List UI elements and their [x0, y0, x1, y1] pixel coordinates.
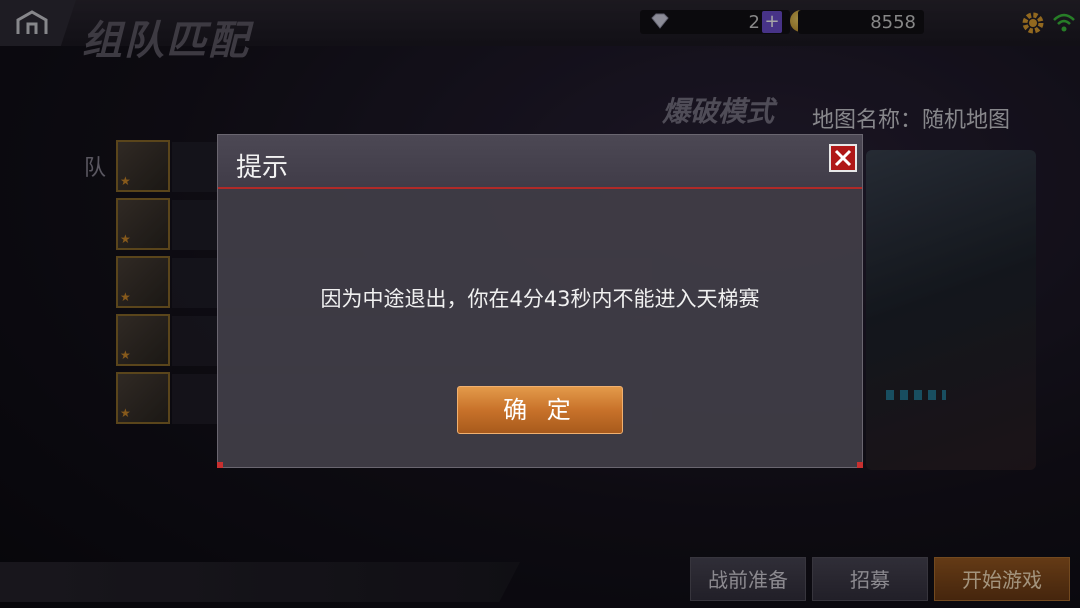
close-button[interactable]: [829, 144, 857, 172]
close-icon: [834, 149, 852, 167]
dialog-message: 因为中途退出，你在4分43秒内不能进入天梯赛: [320, 287, 760, 311]
dialog-corner: [857, 462, 863, 468]
dialog-title: 提示: [236, 153, 289, 183]
confirm-button[interactable]: 确 定: [457, 386, 623, 434]
alert-dialog: 提示 因为中途退出，你在4分43秒内不能进入天梯赛 确 定: [217, 134, 863, 468]
dialog-header: 提示: [218, 135, 862, 189]
dialog-corner: [217, 462, 223, 468]
